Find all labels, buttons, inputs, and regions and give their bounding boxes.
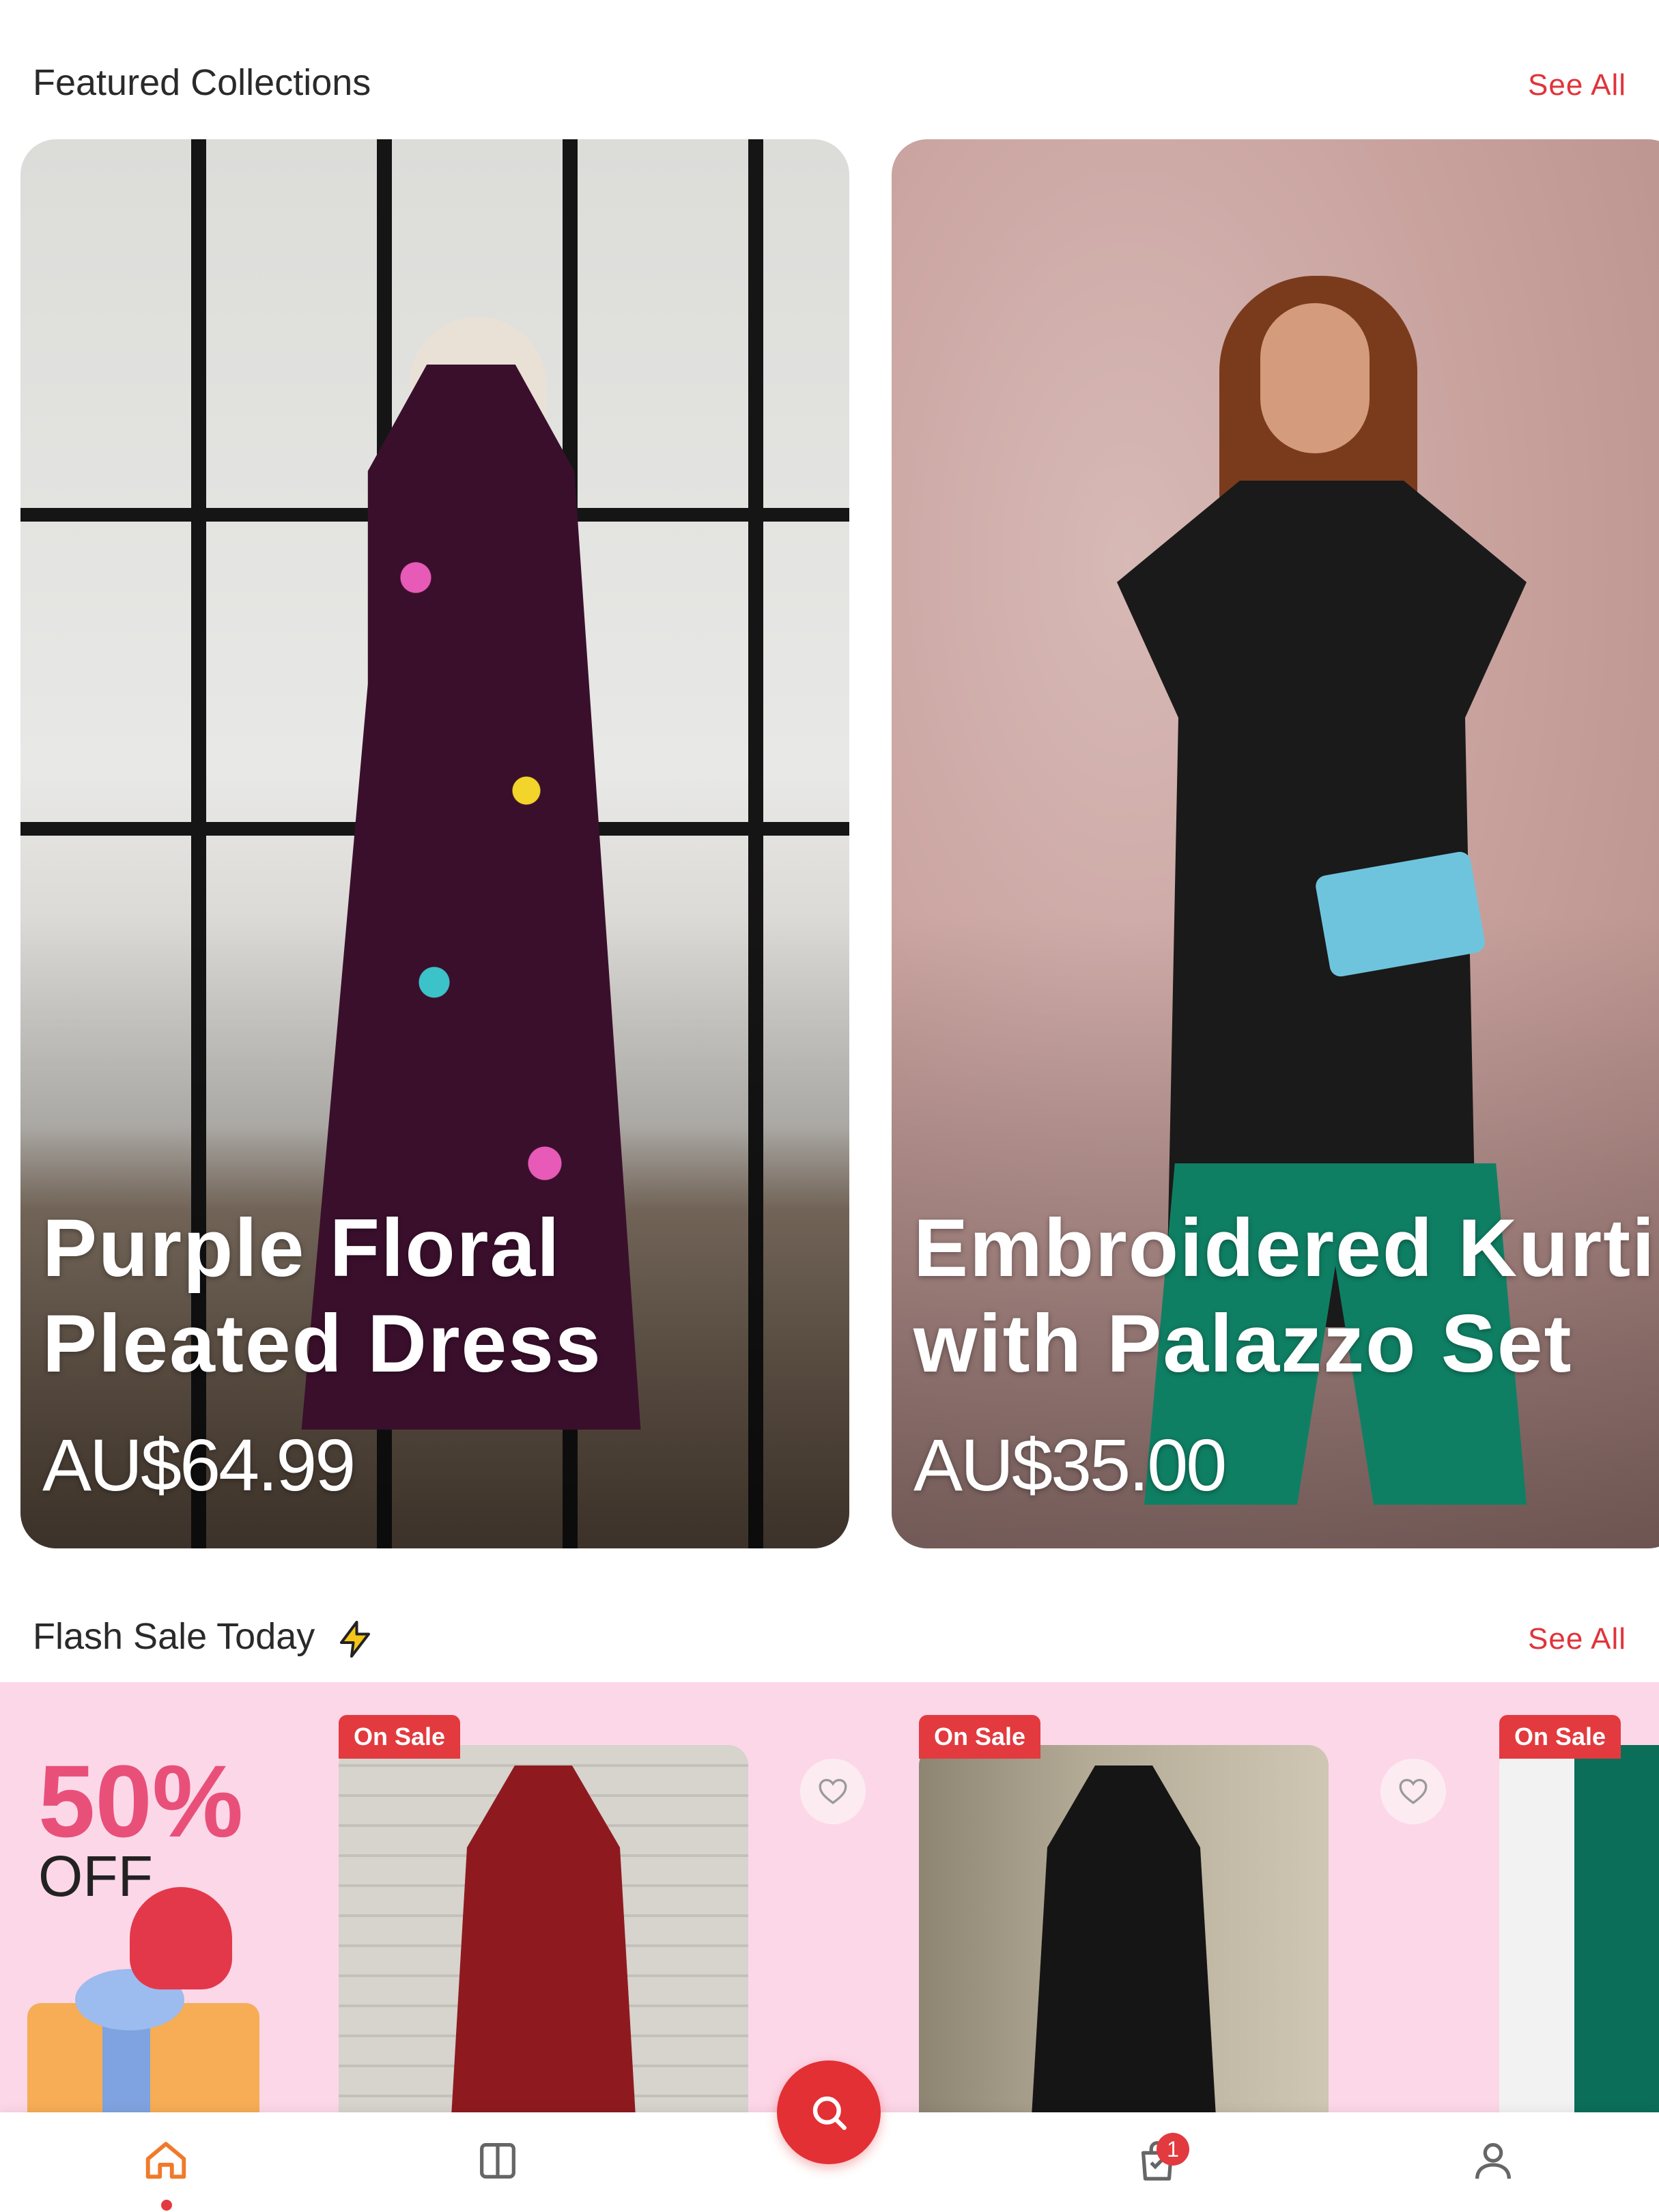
lightning-icon: [340, 1620, 371, 1658]
flash-see-all-link[interactable]: See All: [1528, 1622, 1626, 1656]
promo-off-label: OFF: [38, 1844, 153, 1908]
wishlist-button[interactable]: [800, 1759, 866, 1824]
home-icon[interactable]: [142, 2137, 190, 2185]
flash-title: Flash Sale Today: [33, 1615, 375, 1660]
heart-outline-icon: [1399, 1778, 1428, 1804]
product-image: [1574, 1745, 1659, 2112]
flash-product-card[interactable]: [1499, 1745, 1659, 2112]
flash-header: Flash Sale Today See All: [0, 1608, 1659, 1670]
featured-card-price: AU$35.00: [913, 1423, 1227, 1506]
flash-product-card[interactable]: [339, 1745, 748, 2112]
flash-sale-carousel[interactable]: 50% OFF On Sale On Sale On Sale: [0, 1682, 1659, 2112]
search-button[interactable]: [777, 2060, 881, 2164]
active-indicator: [161, 2200, 172, 2211]
search-icon: [812, 2096, 847, 2130]
featured-card-2[interactable]: Embroidered Kurti with Palazzo Set AU$35…: [892, 139, 1659, 1548]
user-icon[interactable]: [1469, 2137, 1517, 2185]
cart-count-badge: 1: [1157, 2133, 1189, 2166]
on-sale-badge: On Sale: [919, 1715, 1041, 1759]
on-sale-badge: On Sale: [339, 1715, 461, 1759]
featured-header: Featured Collections See All: [0, 55, 1659, 116]
catalog-icon[interactable]: [474, 2137, 522, 2185]
heart-mascot-illustration: [130, 1887, 232, 1989]
wishlist-button[interactable]: [1380, 1759, 1446, 1824]
featured-see-all-link[interactable]: See All: [1528, 68, 1626, 102]
on-sale-badge: On Sale: [1499, 1715, 1621, 1759]
featured-card-price: AU$64.99: [42, 1423, 356, 1506]
flash-product-card[interactable]: [919, 1745, 1329, 2112]
featured-card-name: Embroidered Kurti with Palazzo Set: [913, 1202, 1656, 1389]
featured-card-name: Purple Floral Pleated Dress: [42, 1202, 602, 1389]
heart-outline-icon: [819, 1778, 847, 1804]
featured-card-1[interactable]: Purple Floral Pleated Dress AU$64.99: [20, 139, 849, 1548]
featured-title: Featured Collections: [33, 62, 371, 103]
